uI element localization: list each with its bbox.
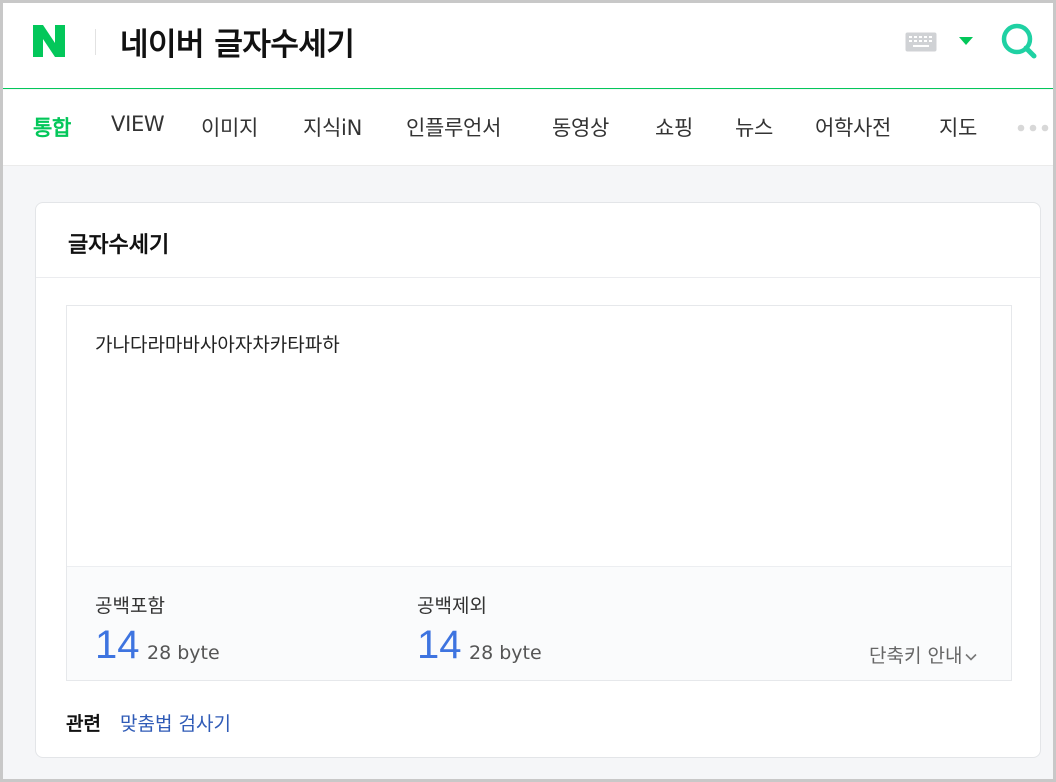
caret-down-icon[interactable] [958,36,974,46]
with-spaces-count: 14 [95,623,140,667]
tab-images[interactable]: 이미지 [201,112,258,142]
input-text[interactable]: 가나다라마바사아자차카타파하 [95,330,340,357]
without-spaces-label: 공백제외 [417,595,487,617]
header: 네이버 글자수세기 [3,3,1053,89]
tab-dictionary[interactable]: 어학사전 [815,112,891,142]
text-input-area[interactable]: 가나다라마바사아자차카타파하 공백포함 14 28 byte 공백제외 14 2… [66,305,1012,681]
tab-integrated[interactable]: 통합 [33,112,71,142]
chevron-down-icon [965,653,978,661]
shortcut-guide-label: 단축키 안내 [869,645,963,667]
related-label: 관련 [66,713,101,735]
spell-checker-link[interactable]: 맞춤법 검사기 [120,709,231,736]
card-divider [36,277,1040,278]
header-divider [95,29,96,55]
tab-news[interactable]: 뉴스 [735,112,773,142]
tab-map[interactable]: 지도 [939,112,977,142]
without-spaces-bytes: 28 byte [469,642,542,664]
card-title: 글자수세기 [68,233,170,258]
tab-shopping[interactable]: 쇼핑 [655,112,693,142]
tab-influencer[interactable]: 인플루언서 [406,112,501,142]
character-counter-card: 글자수세기 가나다라마바사아자차카타파하 공백포함 14 28 byte 공백제… [35,202,1041,758]
shortcut-guide-button[interactable]: 단축키 안내 [869,641,978,668]
tab-knowledge-in[interactable]: 지식iN [303,112,362,142]
without-spaces-count: 14 [417,623,462,667]
naver-logo-icon[interactable] [31,23,67,59]
page-title: 네이버 글자수세기 [120,27,355,63]
with-spaces-bytes: 28 byte [147,642,220,664]
browser-frame: 네이버 글자수세기 통합 VIEW 이미지 지식iN 인플루언서 동영상 쇼핑 … [3,3,1053,779]
count-stats-panel: 공백포함 14 28 byte 공백제외 14 28 byte 단축키 안내 [67,566,1011,680]
more-dots-icon[interactable] [1017,124,1053,132]
search-icon[interactable] [999,21,1039,61]
keyboard-icon[interactable] [905,32,937,52]
with-spaces-label: 공백포함 [95,595,165,617]
tab-view[interactable]: VIEW [111,112,165,136]
tab-video[interactable]: 동영상 [552,112,609,142]
search-tabs: 통합 VIEW 이미지 지식iN 인플루언서 동영상 쇼핑 뉴스 어학사전 지도 [3,90,1053,166]
